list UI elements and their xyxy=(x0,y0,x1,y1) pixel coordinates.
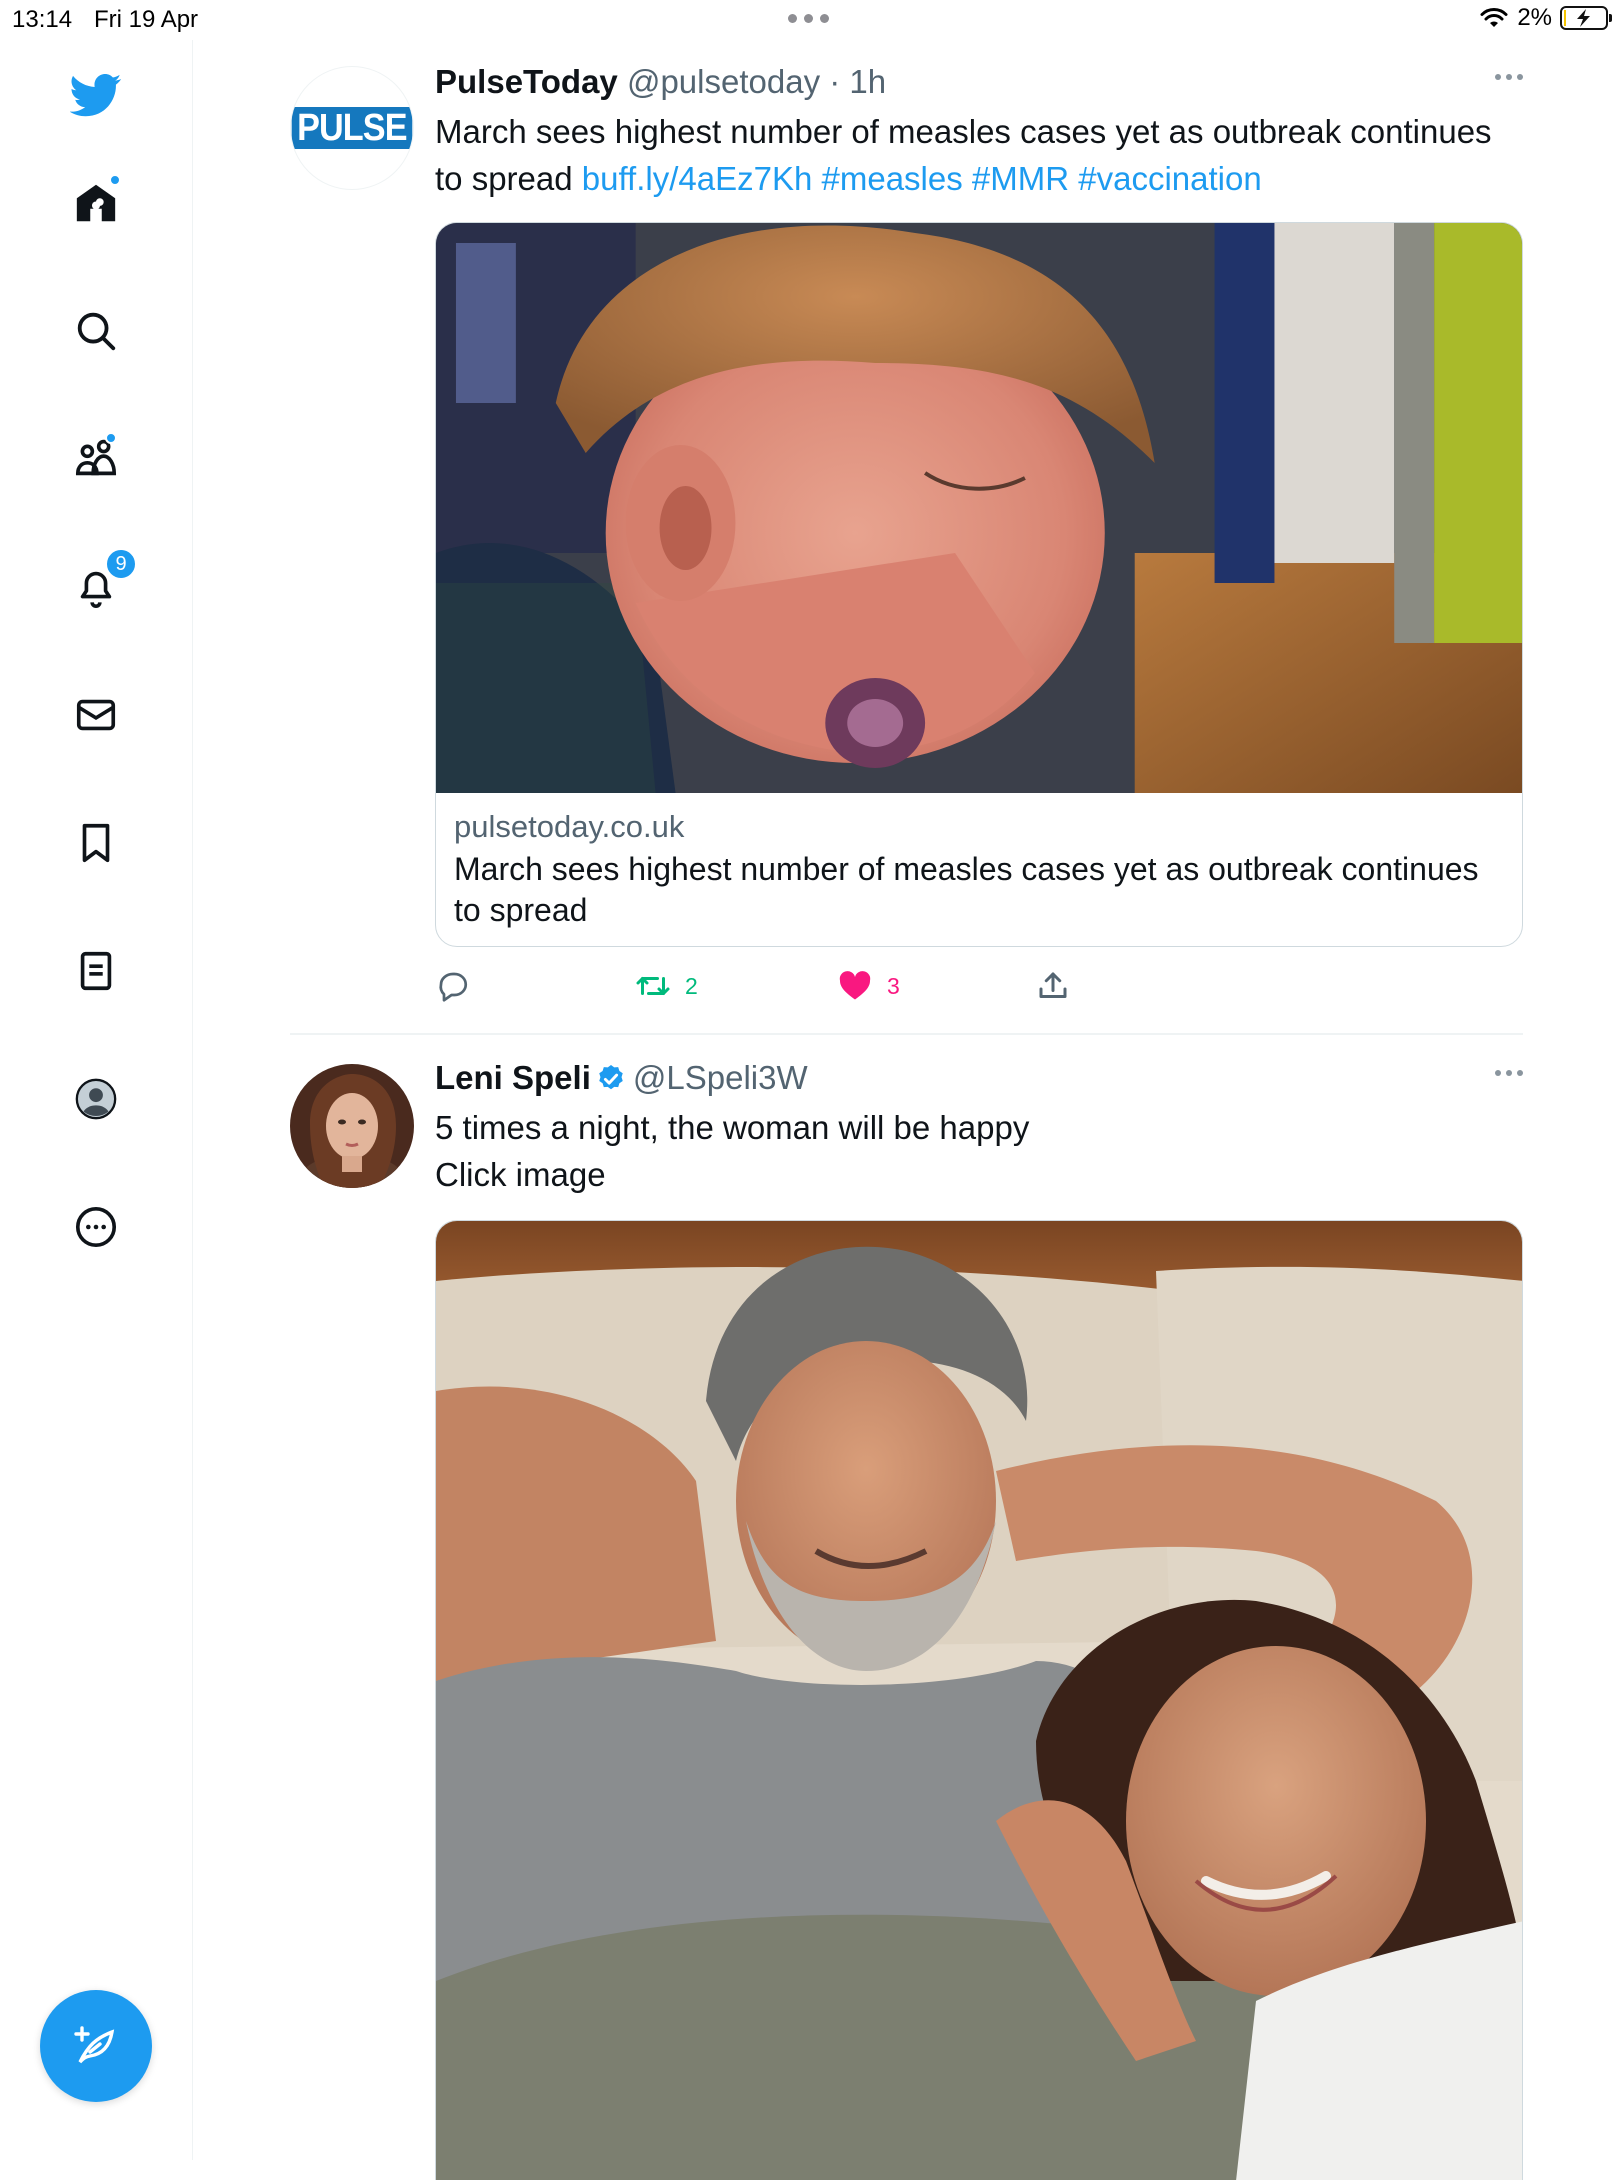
share-icon xyxy=(1039,972,1067,998)
display-name[interactable]: Leni Speli xyxy=(435,1059,591,1096)
retweet-count: 2 xyxy=(685,972,698,999)
hashtag[interactable]: #measles xyxy=(822,160,963,197)
pulse-logo: PULSE xyxy=(291,107,413,149)
card-text: pulsetoday.co.uk March sees highest numb… xyxy=(436,793,1522,931)
handle[interactable]: @LSpeli3W xyxy=(633,1059,808,1096)
pulsetoday-avatar[interactable]: PULSE xyxy=(290,66,414,190)
link-card[interactable]: pulsetoday.co.uk March sees highest numb… xyxy=(435,222,1523,947)
compose-tweet-button[interactable] xyxy=(40,1990,152,2102)
share-button[interactable] xyxy=(1035,968,1071,1004)
tweet-body: PulseToday @pulsetoday · 1h March sees h… xyxy=(435,62,1523,202)
more-circle-icon xyxy=(75,1206,117,1248)
tweet-text-line: 5 times a night, the woman will be happy xyxy=(435,1109,1030,1146)
search-icon xyxy=(77,312,116,351)
hashtag[interactable]: #vaccination xyxy=(1078,160,1261,197)
tweet-actions: 2 3 xyxy=(435,968,1335,1014)
envelope-icon xyxy=(76,699,116,731)
notifications-badge: 9 xyxy=(105,548,137,580)
tweet-text: March sees highest number of measles cas… xyxy=(435,108,1495,202)
sidebar-item-communities[interactable] xyxy=(63,426,129,492)
card-domain: pulsetoday.co.uk xyxy=(454,809,685,844)
retweet-icon xyxy=(636,977,670,995)
hashtag[interactable]: #MMR xyxy=(972,160,1069,197)
display-name[interactable]: PulseToday xyxy=(435,63,618,100)
status-bar: 13:14 Fri 19 Apr 2% xyxy=(0,0,1620,40)
status-time: 13:14 xyxy=(12,6,73,33)
tweet-text-line: Click image xyxy=(435,1156,606,1193)
like-count: 3 xyxy=(887,972,900,999)
sidebar: 9 xyxy=(0,40,193,2160)
retweet-button[interactable]: 2 xyxy=(635,968,698,1004)
status-indicators: 2% xyxy=(1479,4,1612,32)
tweet-header: PulseToday @pulsetoday · 1h xyxy=(435,62,1523,102)
sidebar-item-lists[interactable] xyxy=(63,938,129,1004)
card-title: March sees highest number of measles cas… xyxy=(454,851,1479,928)
separator: · xyxy=(829,63,841,100)
handle[interactable]: @pulsetoday xyxy=(627,63,820,100)
sidebar-item-messages[interactable] xyxy=(63,682,129,748)
battery-percent: 2% xyxy=(1517,4,1552,31)
sidebar-item-explore[interactable] xyxy=(63,298,129,364)
card-image-child-with-rash xyxy=(436,223,1522,793)
tweet-media[interactable] xyxy=(435,1220,1523,2180)
communities-notification-dot xyxy=(105,432,117,444)
bookmark-icon xyxy=(82,823,110,863)
sidebar-item-bookmarks[interactable] xyxy=(63,810,129,876)
list-icon xyxy=(80,951,112,991)
like-button[interactable]: 3 xyxy=(837,968,900,1004)
tweet-header: Leni Speli @LSpeli3W xyxy=(435,1058,1523,1098)
more-options-icon[interactable] xyxy=(1495,1070,1523,1076)
sidebar-item-home[interactable] xyxy=(63,170,129,236)
sidebar-item-more[interactable] xyxy=(63,1194,129,1260)
tweet[interactable]: Leni Speli @LSpeli3W 5 times a night, th… xyxy=(290,1058,1523,2180)
multitasking-dots-icon[interactable] xyxy=(788,14,829,23)
tweet-divider xyxy=(290,1033,1523,1035)
more-options-icon[interactable] xyxy=(1495,74,1523,80)
status-date: Fri 19 Apr xyxy=(94,6,199,33)
tweet-link[interactable]: buff.ly/4aEz7Kh xyxy=(582,160,813,197)
sidebar-item-profile[interactable] xyxy=(63,1066,129,1132)
reply-button[interactable] xyxy=(435,968,471,1004)
battery-icon xyxy=(1560,6,1612,30)
tweet-body: Leni Speli @LSpeli3W 5 times a night, th… xyxy=(435,1058,1523,1198)
wifi-icon xyxy=(1480,8,1508,27)
home-notification-dot xyxy=(109,174,121,186)
home-icon xyxy=(76,184,116,222)
compose-feather-icon xyxy=(74,2026,115,2064)
verified-badge-icon[interactable] xyxy=(595,1063,627,1095)
tweet[interactable]: PULSE PulseToday @pulsetoday · 1h March … xyxy=(290,62,1523,1022)
media-image-couple-in-bed xyxy=(436,1221,1522,2180)
avatar-icon xyxy=(75,1078,117,1120)
leni-speli-avatar[interactable] xyxy=(290,1064,414,1188)
heart-filled-icon xyxy=(839,971,871,1000)
sidebar-item-notifications[interactable]: 9 xyxy=(63,548,137,620)
profile-photo xyxy=(290,1064,414,1188)
timestamp[interactable]: 1h xyxy=(849,63,886,100)
tweet-text: 5 times a night, the woman will be happy… xyxy=(435,1104,1523,1198)
reply-icon xyxy=(439,972,468,1002)
twitter-logo-icon[interactable] xyxy=(63,62,129,128)
